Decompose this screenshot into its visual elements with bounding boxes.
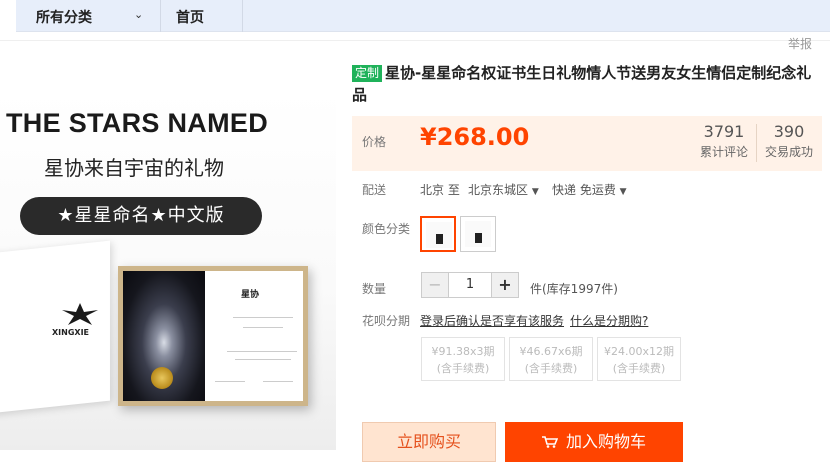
increment-button[interactable]: + — [492, 273, 518, 297]
delivery-destination: 北京东城区 — [468, 183, 529, 197]
delivery-row: 配送 北京 至 北京东城区 ▼ 快递 免运费 ▼ — [362, 181, 822, 199]
sales-label: 交易成功 — [764, 145, 813, 159]
swatch-dot — [475, 233, 482, 243]
swatch-dot — [436, 234, 443, 244]
certificate-title: 星协 — [241, 290, 260, 300]
installment-amount: ¥24.00x12期 — [604, 345, 674, 358]
installment-option[interactable]: ¥24.00x12期 (含手续费) — [597, 337, 681, 381]
shipping-method: 快递 免运费 — [552, 183, 616, 197]
image-subline: 星协来自宇宙的礼物 — [44, 156, 224, 180]
installment-amount: ¥46.67x6期 — [519, 345, 583, 358]
decrement-button[interactable]: − — [422, 273, 448, 297]
installment-fee: (含手续费) — [524, 362, 578, 375]
stock-text: 件(库存1997件) — [530, 282, 618, 296]
certificate-image: 星协 — [118, 266, 308, 406]
home-link[interactable]: 首页 — [176, 7, 204, 27]
installment-fee: (含手续费) — [436, 362, 490, 375]
top-nav: 所有分类 ⌄ 首页 — [16, 0, 830, 32]
price-panel: 价格 ¥268.00 3791 累计评论 390 交易成功 — [352, 116, 822, 171]
divider — [0, 40, 830, 41]
installment-row: 花呗分期 登录后确认是否享有该服务 什么是分期购? — [362, 312, 822, 330]
installment-fee: (含手续费) — [612, 362, 666, 375]
image-headline: THE STARS NAMED — [6, 108, 269, 138]
installment-option[interactable]: ¥91.38x3期 (含手续费) — [421, 337, 505, 381]
caret-down-icon: ▼ — [531, 187, 539, 197]
sales-stat: 390 交易成功 — [762, 122, 816, 160]
color-swatch[interactable] — [460, 216, 496, 252]
quantity-label: 数量 — [362, 282, 387, 296]
nav-divider — [160, 0, 161, 32]
product-title-text: 星协-星星命名权证书生日礼物情人节送男友女生情侣定制纪念礼品 — [352, 64, 812, 104]
nav-divider — [242, 0, 243, 32]
color-label: 颜色分类 — [362, 222, 411, 236]
cert-line — [235, 359, 291, 360]
installment-option[interactable]: ¥46.67x6期 (含手续费) — [509, 337, 593, 381]
brand-name: XINGXIE — [52, 328, 90, 337]
image-pill-badge: ★星星命名★中文版 — [20, 197, 262, 235]
color-swatch-selected[interactable] — [420, 216, 456, 252]
caret-down-icon: ▼ — [619, 187, 627, 197]
buy-now-button[interactable]: 立即购买 — [362, 422, 496, 462]
stat-divider — [756, 124, 757, 162]
cart-icon — [541, 436, 558, 448]
installment-help-link[interactable]: 什么是分期购? — [570, 312, 648, 329]
product-main-image[interactable]: THE STARS NAMED 星协来自宇宙的礼物 ★星星命名★中文版 XING… — [0, 90, 336, 450]
sales-count: 390 — [773, 122, 805, 141]
reviews-label: 累计评论 — [699, 145, 748, 159]
cert-line — [215, 381, 245, 382]
report-link[interactable]: 举报 — [788, 35, 812, 52]
cert-line — [243, 327, 283, 328]
reviews-stat[interactable]: 3791 累计评论 — [698, 122, 750, 160]
gold-seal-icon — [151, 367, 173, 389]
brand-star-logo-icon — [62, 303, 98, 325]
login-hint-link[interactable]: 登录后确认是否享有该服务 — [420, 312, 564, 329]
reviews-count: 3791 — [703, 122, 745, 141]
quantity-stepper[interactable]: − 1 + — [421, 272, 519, 298]
cert-line — [227, 351, 297, 352]
quantity-input[interactable]: 1 — [448, 273, 492, 297]
delivery-from: 北京 至 — [420, 183, 460, 197]
color-row-label: 颜色分类 — [362, 220, 410, 237]
installment-amount: ¥91.38x3期 — [431, 345, 495, 358]
installment-label: 花呗分期 — [362, 314, 411, 328]
cert-line — [233, 317, 293, 318]
delivery-label: 配送 — [362, 183, 387, 197]
chevron-down-icon[interactable]: ⌄ — [134, 8, 143, 21]
delivery-destination-select[interactable]: 北京东城区 ▼ — [468, 181, 539, 198]
custom-tag-badge: 定制 — [352, 65, 383, 82]
price-value: ¥268.00 — [420, 123, 530, 151]
add-to-cart-button[interactable]: 加入购物车 — [505, 422, 683, 462]
all-categories-menu[interactable]: 所有分类 — [36, 7, 92, 27]
price-label: 价格 — [362, 135, 387, 149]
shipping-select[interactable]: 快递 免运费 ▼ — [552, 181, 627, 198]
swatch-thumbnail — [426, 222, 452, 248]
add-to-cart-label: 加入购物车 — [565, 432, 646, 451]
galaxy-image — [123, 271, 205, 401]
cert-line — [263, 381, 293, 382]
product-title: 定制 星协-星星命名权证书生日礼物情人节送男友女生情侣定制纪念礼品 — [352, 62, 822, 106]
quantity-row-label: 数量 — [362, 280, 386, 297]
swatch-thumbnail — [465, 221, 491, 247]
